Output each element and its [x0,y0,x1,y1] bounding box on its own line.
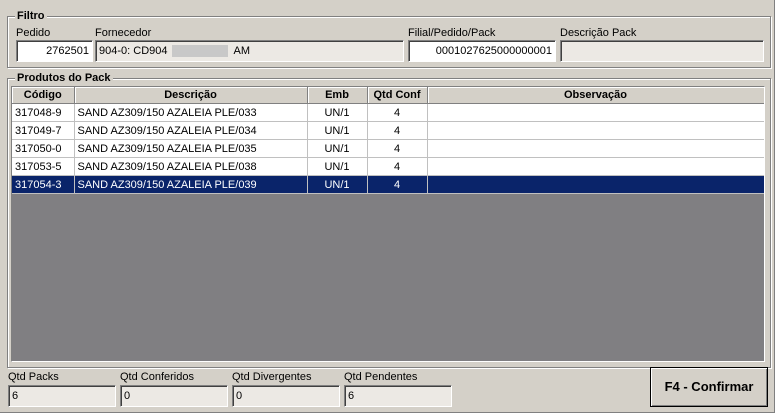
cell-observacao[interactable] [427,103,764,122]
table-row[interactable]: 317053-5 SAND AZ309/150 AZALEIA PLE/038 … [12,157,764,176]
cell-emb: UN/1 [307,121,368,140]
qtd-packs-label: Qtd Packs [8,371,59,383]
cell-qtd-conf: 4 [367,175,428,194]
table-row[interactable]: 317050-0 SAND AZ309/150 AZALEIA PLE/035 … [12,139,764,158]
pedido-input[interactable]: 2762501 [16,40,93,62]
cell-codigo: 317049-7 [12,121,75,140]
qtd-pendentes-field: 6 [344,385,452,407]
produtos-grid[interactable]: Código Descrição Emb Qtd Conf Observação… [11,86,765,362]
column-header-descricao[interactable]: Descrição [74,87,308,104]
filtro-legend: Filtro [15,9,47,23]
fornecedor-field: 904-0: CD904 AM [95,40,404,62]
cell-emb: UN/1 [307,139,368,158]
cell-qtd-conf: 4 [367,139,428,158]
table-header-row: Código Descrição Emb Qtd Conf Observação [12,87,764,104]
column-header-observacao[interactable]: Observação [427,87,764,104]
cell-qtd-conf: 4 [367,103,428,122]
cell-emb: UN/1 [307,103,368,122]
produtos-table: Código Descrição Emb Qtd Conf Observação… [12,87,764,194]
cell-observacao[interactable] [427,175,764,194]
pedido-label: Pedido [16,27,51,39]
cell-observacao[interactable] [427,139,764,158]
cell-codigo: 317054-3 [12,175,75,194]
cell-emb: UN/1 [307,175,368,194]
redacted-block [171,45,228,58]
produtos-legend: Produtos do Pack [15,71,113,85]
fornecedor-prefix: 904-0: CD904 [99,45,168,57]
descricao-pack-field [560,40,764,62]
cell-descricao: SAND AZ309/150 AZALEIA PLE/033 [74,103,308,122]
cell-descricao: SAND AZ309/150 AZALEIA PLE/034 [74,121,308,140]
filial-pedido-pack-label: Filial/Pedido/Pack [408,27,496,39]
qtd-packs-field: 6 [8,385,116,407]
qtd-conferidos-label: Qtd Conferidos [120,371,194,383]
cell-qtd-conf: 4 [367,121,428,140]
qtd-conferidos-field: 0 [120,385,228,407]
cell-codigo: 317050-0 [12,139,75,158]
cell-codigo: 317048-9 [12,103,75,122]
cell-descricao: SAND AZ309/150 AZALEIA PLE/035 [74,139,308,158]
cell-qtd-conf: 4 [367,157,428,176]
column-header-qtd-conf[interactable]: Qtd Conf [367,87,428,104]
descricao-pack-label: Descrição Pack [560,27,637,39]
qtd-divergentes-field: 0 [232,385,340,407]
filial-pedido-pack-input[interactable]: 0001027625000000001 [408,40,556,62]
qtd-pendentes-label: Qtd Pendentes [344,371,418,383]
table-row[interactable]: 317054-3 SAND AZ309/150 AZALEIA PLE/039 … [12,175,764,194]
cell-descricao: SAND AZ309/150 AZALEIA PLE/038 [74,157,308,176]
column-header-emb[interactable]: Emb [307,87,368,104]
qtd-divergentes-label: Qtd Divergentes [232,371,312,383]
cell-descricao: SAND AZ309/150 AZALEIA PLE/039 [74,175,308,194]
confirmar-button[interactable]: F4 - Confirmar [650,367,768,407]
cell-codigo: 317053-5 [12,157,75,176]
column-header-codigo[interactable]: Código [12,87,75,104]
cell-emb: UN/1 [307,157,368,176]
cell-observacao[interactable] [427,121,764,140]
table-row[interactable]: 317048-9 SAND AZ309/150 AZALEIA PLE/033 … [12,103,764,122]
table-row[interactable]: 317049-7 SAND AZ309/150 AZALEIA PLE/034 … [12,121,764,140]
fornecedor-label: Fornecedor [95,27,152,39]
fornecedor-suffix: AM [233,45,251,57]
cell-observacao[interactable] [427,157,764,176]
